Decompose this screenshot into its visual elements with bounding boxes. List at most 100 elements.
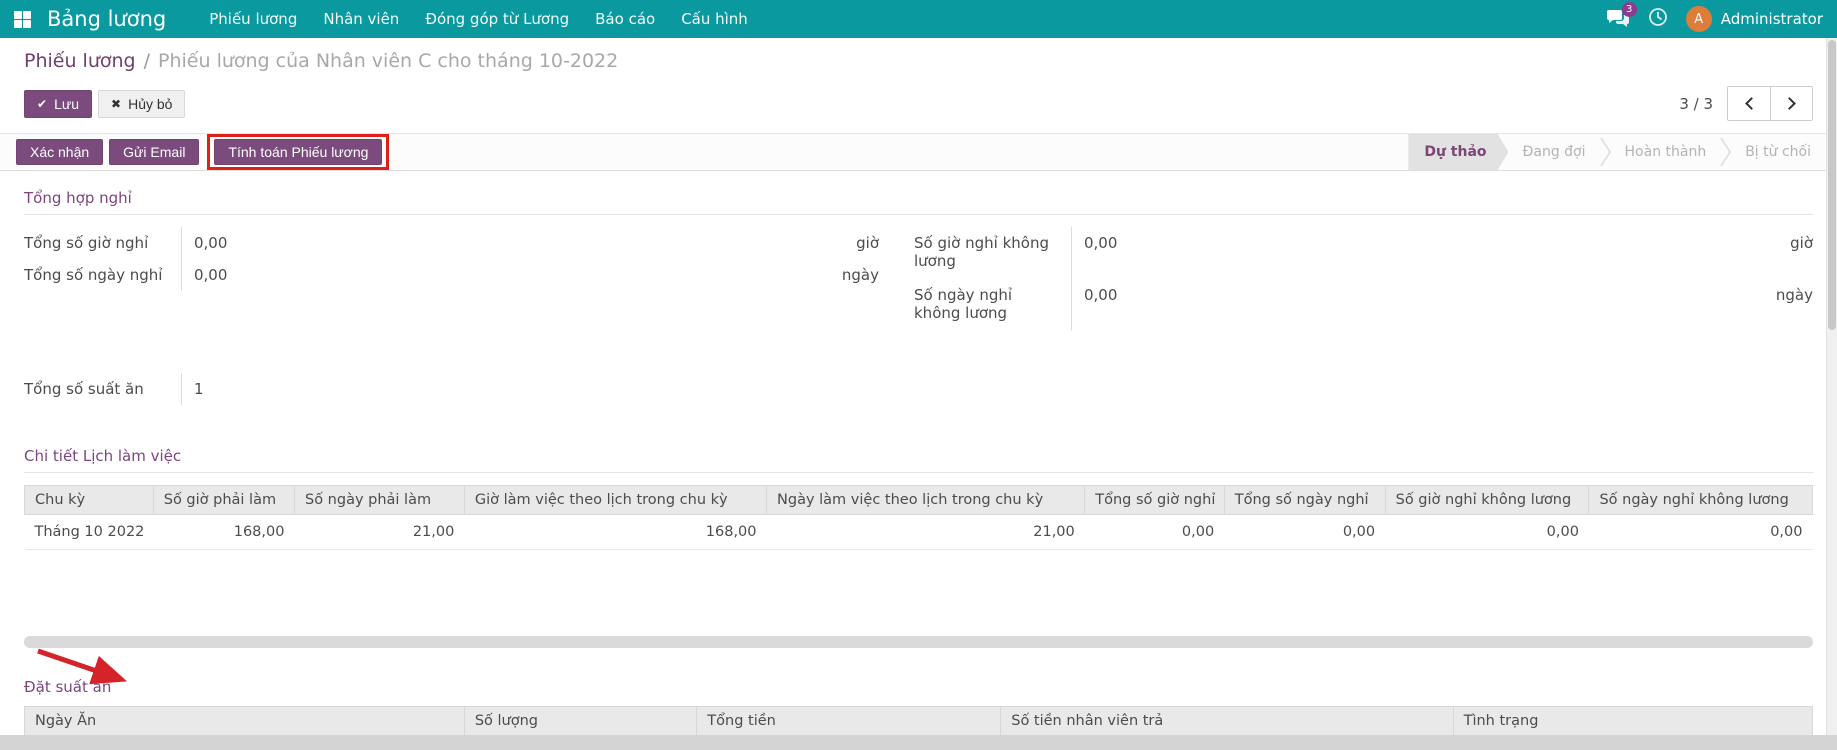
top-navbar: Bảng lương Phiếu lương Nhân viên Đóng gó…: [0, 0, 1837, 38]
cell-days-due: 21,00: [294, 515, 464, 550]
chat-bubbles-icon: [1606, 15, 1630, 34]
x-icon: ✖: [111, 97, 121, 111]
table-row[interactable]: Tháng 10 2022 168,00 21,00 168,00 21,00 …: [25, 515, 1813, 550]
table-header-row: Ngày Ăn Số lượng Tổng tiền Số tiền nhân …: [25, 707, 1813, 736]
status-step-bi-tu-choi[interactable]: Bị từ chối: [1731, 134, 1825, 170]
app-title[interactable]: Bảng lương: [47, 7, 166, 31]
breadcrumb: Phiếu lương / Phiếu lương của Nhân viên …: [24, 50, 1813, 72]
form-sheet: Tổng hợp nghỉ Tổng số giờ nghỉ 0,00 giờ …: [0, 171, 1837, 750]
discard-button[interactable]: ✖ Hủy bỏ: [98, 90, 185, 118]
section-title-leave-summary: Tổng hợp nghỉ: [24, 189, 1813, 215]
bottom-strip: [0, 735, 1837, 750]
field-label: Tổng số ngày nghỉ: [24, 259, 182, 291]
pager-previous-button[interactable]: [1728, 87, 1770, 120]
user-name: Administrator: [1721, 10, 1823, 28]
column-header[interactable]: Giờ làm việc theo lịch trong chu kỳ: [464, 486, 766, 515]
field-total-leave-days: Tổng số ngày nghỉ 0,00 ngày: [24, 259, 879, 291]
apps-grid-square: [14, 20, 22, 28]
save-label: Lưu: [54, 96, 79, 112]
column-header[interactable]: Số ngày nghỉ không lương: [1589, 486, 1813, 515]
cell-scheduled-days: 21,00: [767, 515, 1085, 550]
cell-period: Tháng 10 2022: [25, 515, 154, 550]
confirm-button[interactable]: Xác nhận: [16, 139, 103, 165]
form-statusbar: Xác nhận Gửi Email Tính toán Phiếu lương…: [0, 133, 1837, 171]
column-header[interactable]: Số ngày phải làm: [294, 486, 464, 515]
activities-button[interactable]: [1648, 7, 1668, 31]
vertical-scrollbar-thumb[interactable]: [1828, 40, 1836, 330]
field-value[interactable]: 1: [194, 380, 204, 398]
field-label: Tổng số giờ nghỉ: [24, 227, 182, 259]
apps-grid-square: [23, 11, 31, 19]
clock-icon: [1648, 7, 1668, 31]
column-header[interactable]: Ngày làm việc theo lịch trong chu kỳ: [767, 486, 1085, 515]
column-header[interactable]: Số lượng: [464, 707, 696, 736]
navbar-right: 3 A Administrator: [1606, 6, 1823, 32]
column-header[interactable]: Số giờ nghỉ không lương: [1385, 486, 1589, 515]
table-header-row: Chu kỳ Số giờ phải làm Số ngày phải làm …: [25, 486, 1813, 515]
menu-cau-hinh[interactable]: Cấu hình: [668, 0, 761, 38]
menu-bao-cao[interactable]: Báo cáo: [582, 0, 668, 38]
field-value[interactable]: 0,00: [194, 266, 227, 284]
field-label: Số giờ nghỉ không lương: [914, 227, 1072, 279]
work-schedule-table: Chu kỳ Số giờ phải làm Số ngày phải làm …: [24, 485, 1813, 550]
section-title-work-schedule: Chi tiết Lịch làm việc: [24, 447, 1813, 473]
leave-summary-right-column: Số giờ nghỉ không lương 0,00 giờ Số ngày…: [914, 227, 1813, 331]
send-email-button[interactable]: Gửi Email: [109, 139, 199, 165]
field-label: Tổng số suất ăn: [24, 373, 182, 405]
section-title-meal-orders: Đặt suất ăn: [24, 678, 1813, 696]
discard-label: Hủy bỏ: [128, 96, 172, 112]
save-button[interactable]: ✔ Lưu: [24, 90, 92, 118]
status-step-du-thao[interactable]: Dự thảo: [1408, 134, 1508, 170]
menu-phieu-luong[interactable]: Phiếu lương: [196, 0, 310, 38]
step-chevron-icon: [1720, 134, 1731, 170]
vertical-scrollbar[interactable]: [1826, 38, 1837, 750]
column-header[interactable]: Chu kỳ: [25, 486, 154, 515]
control-panel: Phiếu lương / Phiếu lương của Nhân viên …: [0, 38, 1837, 133]
pager-controls: [1727, 86, 1813, 121]
breadcrumb-parent-link[interactable]: Phiếu lương: [24, 50, 136, 72]
step-chevron-icon: [1600, 134, 1611, 170]
field-unit: giờ: [1790, 234, 1813, 252]
field-value[interactable]: 0,00: [1084, 234, 1117, 252]
horizontal-scrollbar[interactable]: [24, 636, 1813, 648]
messages-button[interactable]: 3: [1606, 8, 1630, 30]
chevron-right-icon: [1783, 97, 1796, 110]
column-header[interactable]: Tổng số ngày nghỉ: [1224, 486, 1385, 515]
status-step-hoan-thanh[interactable]: Hoàn thành: [1611, 134, 1721, 170]
cell-total-leave-hours: 0,00: [1085, 515, 1224, 550]
apps-grid-icon[interactable]: [14, 11, 31, 28]
field-unpaid-leave-days: Số ngày nghỉ không lương 0,00 ngày: [914, 279, 1813, 331]
red-annotation-box: Tính toán Phiếu lương: [207, 134, 389, 170]
cell-unpaid-leave-hours: 0,00: [1385, 515, 1589, 550]
cell-hours-due: 168,00: [153, 515, 294, 550]
column-header[interactable]: Tổng số giờ nghỉ: [1085, 486, 1224, 515]
field-value[interactable]: 0,00: [1084, 286, 1117, 304]
field-value[interactable]: 0,00: [194, 234, 227, 252]
column-header[interactable]: Ngày Ăn: [25, 707, 465, 736]
app-window: Bảng lương Phiếu lương Nhân viên Đóng gó…: [0, 0, 1837, 750]
status-step-dang-doi[interactable]: Đang đợi: [1509, 134, 1600, 170]
field-unit: ngày: [1776, 286, 1813, 304]
field-total-leave-hours: Tổng số giờ nghỉ 0,00 giờ: [24, 227, 879, 259]
user-menu[interactable]: A Administrator: [1686, 6, 1823, 32]
cell-unpaid-leave-days: 0,00: [1589, 515, 1813, 550]
field-unit: ngày: [842, 266, 879, 284]
leave-summary-left-column: Tổng số giờ nghỉ 0,00 giờ Tổng số ngày n…: [24, 227, 879, 331]
menu-dong-gop[interactable]: Đóng góp từ Lương: [412, 0, 582, 38]
status-pipeline: Dự thảo Đang đợi Hoàn thành Bị từ chối: [1408, 134, 1837, 170]
menu-nhan-vien[interactable]: Nhân viên: [310, 0, 412, 38]
control-panel-buttons: ✔ Lưu ✖ Hủy bỏ 3 / 3: [24, 86, 1813, 133]
pager-next-button[interactable]: [1770, 87, 1812, 120]
pager-count: 3 / 3: [1679, 95, 1713, 113]
column-header[interactable]: Tình trạng: [1453, 707, 1812, 736]
messages-badge: 3: [1622, 2, 1637, 17]
compute-payslip-button[interactable]: Tính toán Phiếu lương: [214, 139, 382, 165]
apps-grid-square: [14, 11, 22, 19]
column-header[interactable]: Tổng tiền: [697, 707, 1001, 736]
column-header[interactable]: Số tiền nhân viên trả: [1001, 707, 1453, 736]
check-icon: ✔: [37, 97, 47, 111]
field-label: Số ngày nghỉ không lương: [914, 279, 1072, 331]
cell-total-leave-days: 0,00: [1224, 515, 1385, 550]
column-header[interactable]: Số giờ phải làm: [153, 486, 294, 515]
field-unpaid-leave-hours: Số giờ nghỉ không lương 0,00 giờ: [914, 227, 1813, 279]
